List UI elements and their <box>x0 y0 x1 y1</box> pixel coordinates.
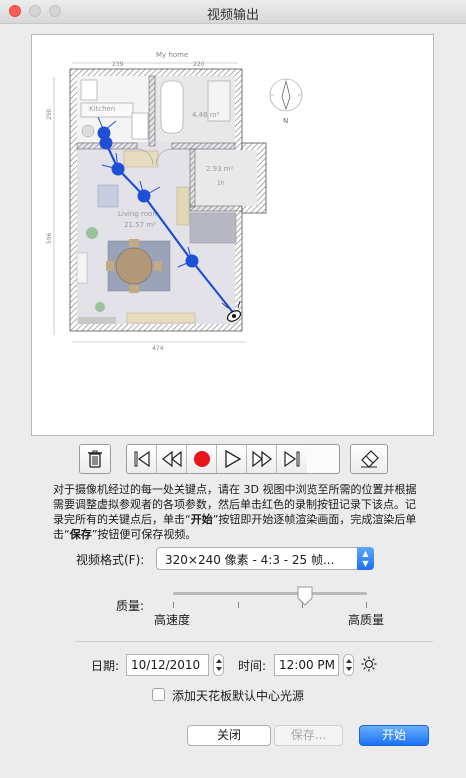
plan-title: My home <box>156 51 188 59</box>
go-to-first-button[interactable] <box>127 445 157 473</box>
bath-area-label: 4.46 m² <box>192 111 220 119</box>
living-room-area: 21.57 m² <box>124 221 156 229</box>
camera-keypoint[interactable] <box>99 136 113 150</box>
plan-view[interactable]: My home 239 220 290 596 474 Kitchen 4.46… <box>31 34 434 436</box>
rewind-button[interactable] <box>157 445 187 473</box>
date-field[interactable]: 10/12/2010 <box>126 654 209 676</box>
save-button[interactable]: 保存... <box>274 725 343 746</box>
date-stepper[interactable] <box>213 654 224 676</box>
living-room-label: Living room <box>118 210 159 218</box>
small-room-area-label: 2.93 m² <box>206 165 234 173</box>
trash-icon <box>88 450 102 468</box>
small-room-label: 1h <box>217 180 225 187</box>
video-format-label: 视频格式(F): <box>76 553 145 567</box>
title-bar: 视频输出 <box>0 0 466 24</box>
instructions-start-word: 开始 <box>190 513 213 526</box>
play-icon <box>224 449 241 469</box>
compass-north-label: N <box>283 117 288 125</box>
instructions-part-3: ”按钮便可保存视频。 <box>91 528 197 541</box>
window-title: 视频输出 <box>206 8 259 23</box>
ceiling-light-label[interactable]: 添加天花板默认中心光源 <box>172 687 304 704</box>
date-label: 日期: <box>91 659 120 673</box>
slider-tick <box>173 602 174 608</box>
slider-tick <box>238 602 239 608</box>
separator <box>75 641 433 642</box>
ceiling-light-checkbox[interactable] <box>152 688 165 701</box>
dim-top-left: 239 <box>112 61 124 68</box>
instructions-save-word: 保存 <box>69 528 92 541</box>
instructions-text: 对于摄像机经过的每一处关键点，请在 3D 视图中浏览至所需的位置并根据需要调整虚… <box>53 482 425 542</box>
sun-icon <box>361 656 377 672</box>
play-button[interactable] <box>217 445 247 473</box>
skip-to-end-icon <box>284 450 300 468</box>
record-keypoint-button[interactable] <box>187 445 217 473</box>
time-field[interactable]: 12:00 PM <box>274 654 339 676</box>
dim-left-top: 290 <box>46 108 53 120</box>
clear-group <box>350 444 388 474</box>
compass-icon[interactable]: N <box>269 78 303 125</box>
time-label: 时间: <box>238 659 267 673</box>
kitchen-label: Kitchen <box>89 105 115 113</box>
quality-low-label: 高速度 <box>154 613 191 627</box>
dim-bottom: 474 <box>152 345 164 352</box>
record-icon <box>193 451 210 467</box>
fast-forward-button[interactable] <box>247 445 277 473</box>
close-button[interactable]: 关闭 <box>187 725 271 746</box>
video-format-select[interactable]: 320×240 像素 - 4:3 - 25 帧... ▲ ▼ <box>156 547 374 570</box>
camera-keypoint[interactable] <box>137 189 151 203</box>
time-stepper[interactable] <box>343 654 354 676</box>
floor-plan: My home 239 220 290 596 474 Kitchen 4.46… <box>46 51 303 352</box>
rewind-icon <box>161 450 182 468</box>
camera-keypoint[interactable] <box>185 254 199 268</box>
slider-tick <box>366 602 367 608</box>
camera-keypoint[interactable] <box>111 162 125 176</box>
video-format-value: 320×240 像素 - 4:3 - 25 帧... <box>165 553 335 567</box>
quality-high-label: 高质量 <box>348 613 385 627</box>
quality-slider-track[interactable] <box>173 592 367 595</box>
start-button[interactable]: 开始 <box>359 725 429 746</box>
delete-keypoint-button[interactable] <box>80 445 110 473</box>
fast-forward-icon <box>251 450 272 468</box>
dim-top-right: 220 <box>193 61 205 68</box>
eraser-icon <box>361 450 379 468</box>
playback-controls <box>126 444 340 474</box>
go-to-last-button[interactable] <box>277 445 307 473</box>
quality-label: 质量: <box>116 599 145 613</box>
select-arrows-icon: ▲ ▼ <box>357 547 374 570</box>
dim-left-bottom: 596 <box>46 232 53 244</box>
delete-group <box>79 444 111 474</box>
skip-to-start-icon <box>134 450 150 468</box>
clear-path-button[interactable] <box>351 445 387 473</box>
